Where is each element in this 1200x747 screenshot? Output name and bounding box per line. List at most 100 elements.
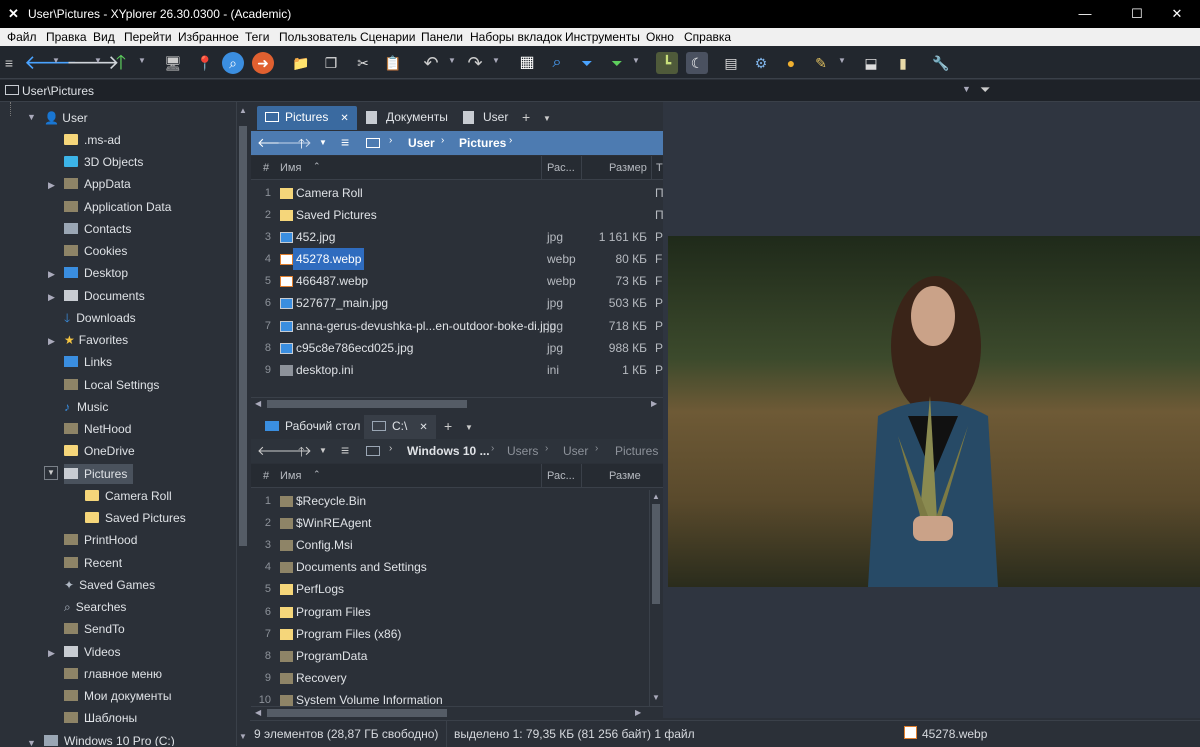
- table-row[interactable]: 2 Saved Pictures П: [251, 204, 663, 226]
- visual-filter-icon[interactable]: ⏷: [606, 52, 628, 74]
- tree-item-ms-ad[interactable]: .ms-ad: [64, 130, 121, 150]
- crumb-users[interactable]: Users: [507, 444, 538, 458]
- back-icon[interactable]: 🡐: [24, 52, 78, 74]
- menu-edit[interactable]: Правка: [46, 30, 87, 44]
- scrollbar-thumb[interactable]: [267, 400, 467, 408]
- menu-user[interactable]: Пользователь: [279, 30, 357, 44]
- pane2-vscrollbar[interactable]: ▲ ▼: [649, 490, 662, 706]
- menu-panes[interactable]: Панели: [421, 30, 463, 44]
- up-small-icon[interactable]: 🡑: [298, 135, 305, 157]
- scrollbar-thumb[interactable]: [239, 126, 247, 546]
- table-row[interactable]: 9 Recovery: [251, 667, 649, 689]
- col-name[interactable]: Имя: [280, 470, 301, 482]
- col-size[interactable]: Разме: [609, 470, 641, 482]
- tree-item-my-documents[interactable]: Мои документы: [64, 686, 171, 706]
- crumb-user[interactable]: User: [408, 136, 435, 150]
- table-row-selected[interactable]: 4 45278.webp webp 80 КБ F: [251, 248, 662, 270]
- tree-item-appdata[interactable]: AppData: [64, 174, 131, 194]
- expand-arrow-icon[interactable]: ▶: [48, 180, 55, 191]
- expand-arrow-icon[interactable]: ▶: [48, 648, 55, 659]
- col-size[interactable]: Размер: [609, 162, 647, 174]
- col-ext[interactable]: Рас...: [547, 162, 575, 174]
- menu-lines-icon[interactable]: ≡: [341, 134, 349, 150]
- table-row[interactable]: 3 Config.Msi: [251, 534, 649, 556]
- back-dropdown-icon[interactable]: ▼: [52, 56, 60, 65]
- tree-scrollbar[interactable]: ▲ ▼: [236, 102, 249, 746]
- tree-item-sendto[interactable]: SendTo: [64, 619, 125, 639]
- tab-list-icon[interactable]: ▼: [465, 423, 473, 432]
- scrollbar-thumb[interactable]: [652, 504, 660, 604]
- brush-icon[interactable]: ✎: [810, 52, 832, 74]
- table-row[interactable]: 5 PerfLogs: [251, 578, 649, 600]
- tree-item-user[interactable]: 👤 User: [44, 108, 88, 128]
- menu-file[interactable]: Файл: [7, 30, 37, 44]
- tree-item-application-data[interactable]: Application Data: [64, 197, 171, 217]
- table-row[interactable]: 10 System Volume Information: [251, 689, 649, 706]
- cut-icon[interactable]: ✂: [352, 52, 374, 74]
- table-row[interactable]: 5 466487.webp webp 73 КБ F: [251, 270, 662, 292]
- filter-icon[interactable]: ⏷: [576, 52, 598, 74]
- search-toolbar-icon[interactable]: ⌕: [546, 52, 568, 74]
- scroll-down-icon[interactable]: ▼: [652, 693, 660, 702]
- crumb-user[interactable]: User: [563, 444, 588, 458]
- col-ext[interactable]: Рас...: [547, 470, 575, 482]
- tab-desktop[interactable]: Рабочий стол: [257, 415, 368, 439]
- layout-grid-icon[interactable]: ▦: [516, 52, 538, 74]
- col-type[interactable]: Т: [656, 162, 663, 174]
- menu-window[interactable]: Окно: [646, 30, 674, 44]
- redo-dropdown-icon[interactable]: ▼: [492, 56, 500, 65]
- settings-gear-icon[interactable]: ⚙: [750, 52, 772, 74]
- menu-tabsets[interactable]: Наборы вкладок: [470, 30, 562, 44]
- tree-item-music[interactable]: ♪ Music: [64, 397, 108, 417]
- table-row[interactable]: 6 527677_main.jpg jpg 503 КБ Р: [251, 292, 663, 314]
- forward-dropdown-icon[interactable]: ▼: [94, 56, 102, 65]
- col-num[interactable]: #: [263, 162, 269, 174]
- menu-help[interactable]: Справка: [684, 30, 731, 44]
- table-row[interactable]: 7 anna-gerus-devushka-pl...en-outdoor-bok…: [251, 315, 663, 337]
- tree-item-local-settings[interactable]: Local Settings: [64, 375, 159, 395]
- tree-item-templates[interactable]: Шаблоны: [64, 708, 137, 728]
- table-row[interactable]: 6 Program Files: [251, 601, 649, 623]
- tree-item-onedrive[interactable]: OneDrive: [64, 441, 135, 461]
- table-row[interactable]: 4 Documents and Settings: [251, 556, 649, 578]
- location-pin-icon[interactable]: 📍: [194, 52, 216, 74]
- menu-toggle-icon[interactable]: ≡: [2, 52, 16, 74]
- tree-item-documents[interactable]: Documents: [64, 286, 145, 306]
- expand-arrow-icon[interactable]: ▶: [48, 292, 55, 303]
- collapse-box-icon[interactable]: ▼: [44, 466, 58, 480]
- table-row[interactable]: 1 Camera Roll П: [251, 182, 663, 204]
- tree-item-start-menu[interactable]: главное меню: [64, 664, 162, 684]
- col-name[interactable]: Имя: [280, 162, 301, 174]
- dark-mode-icon[interactable]: ☾: [686, 52, 708, 74]
- tree-item-camera-roll[interactable]: Camera Roll: [85, 486, 172, 506]
- col-num[interactable]: #: [263, 470, 269, 482]
- tab-drive-c[interactable]: C:\ ✕: [364, 415, 436, 439]
- tree-toggle-icon[interactable]: ┗: [656, 52, 678, 74]
- tree-item-nethood[interactable]: NetHood: [64, 419, 131, 439]
- table-row[interactable]: 7 Program Files (x86): [251, 623, 649, 645]
- tab-user[interactable]: User: [455, 106, 516, 130]
- goto-icon[interactable]: ➜: [252, 52, 274, 74]
- tab-close-icon[interactable]: ✕: [340, 113, 348, 124]
- pane2-hscrollbar[interactable]: ◀ ▶: [251, 706, 663, 719]
- scroll-right-icon[interactable]: ▶: [635, 708, 641, 717]
- tree-item-downloads[interactable]: 🡓 Downloads: [64, 308, 136, 328]
- undo-dropdown-icon[interactable]: ▼: [448, 56, 456, 65]
- scroll-left-icon[interactable]: ◀: [255, 708, 261, 717]
- tree-item-recent[interactable]: Recent: [64, 553, 122, 573]
- close-button[interactable]: ✕: [1154, 0, 1200, 28]
- expand-arrow-icon[interactable]: ▼: [27, 738, 36, 746]
- scroll-right-icon[interactable]: ▶: [651, 399, 657, 408]
- tab-list-icon[interactable]: ▼: [543, 114, 551, 123]
- menu-favorites[interactable]: Избранное: [178, 30, 239, 44]
- menu-scripts[interactable]: Сценарии: [360, 30, 415, 44]
- menu-lines-icon[interactable]: ≡: [341, 442, 349, 458]
- history-dropdown-icon[interactable]: ▼: [319, 446, 327, 455]
- tree-item-desktop[interactable]: Desktop: [64, 263, 128, 283]
- tree-item-saved-pictures[interactable]: Saved Pictures: [85, 508, 186, 528]
- redo-icon[interactable]: ↷: [464, 52, 486, 74]
- configuration-icon[interactable]: 🔧: [930, 52, 952, 74]
- menu-tags[interactable]: Теги: [245, 30, 269, 44]
- up-dropdown-icon[interactable]: ▼: [138, 56, 146, 65]
- up-small-icon[interactable]: 🡑: [298, 443, 305, 465]
